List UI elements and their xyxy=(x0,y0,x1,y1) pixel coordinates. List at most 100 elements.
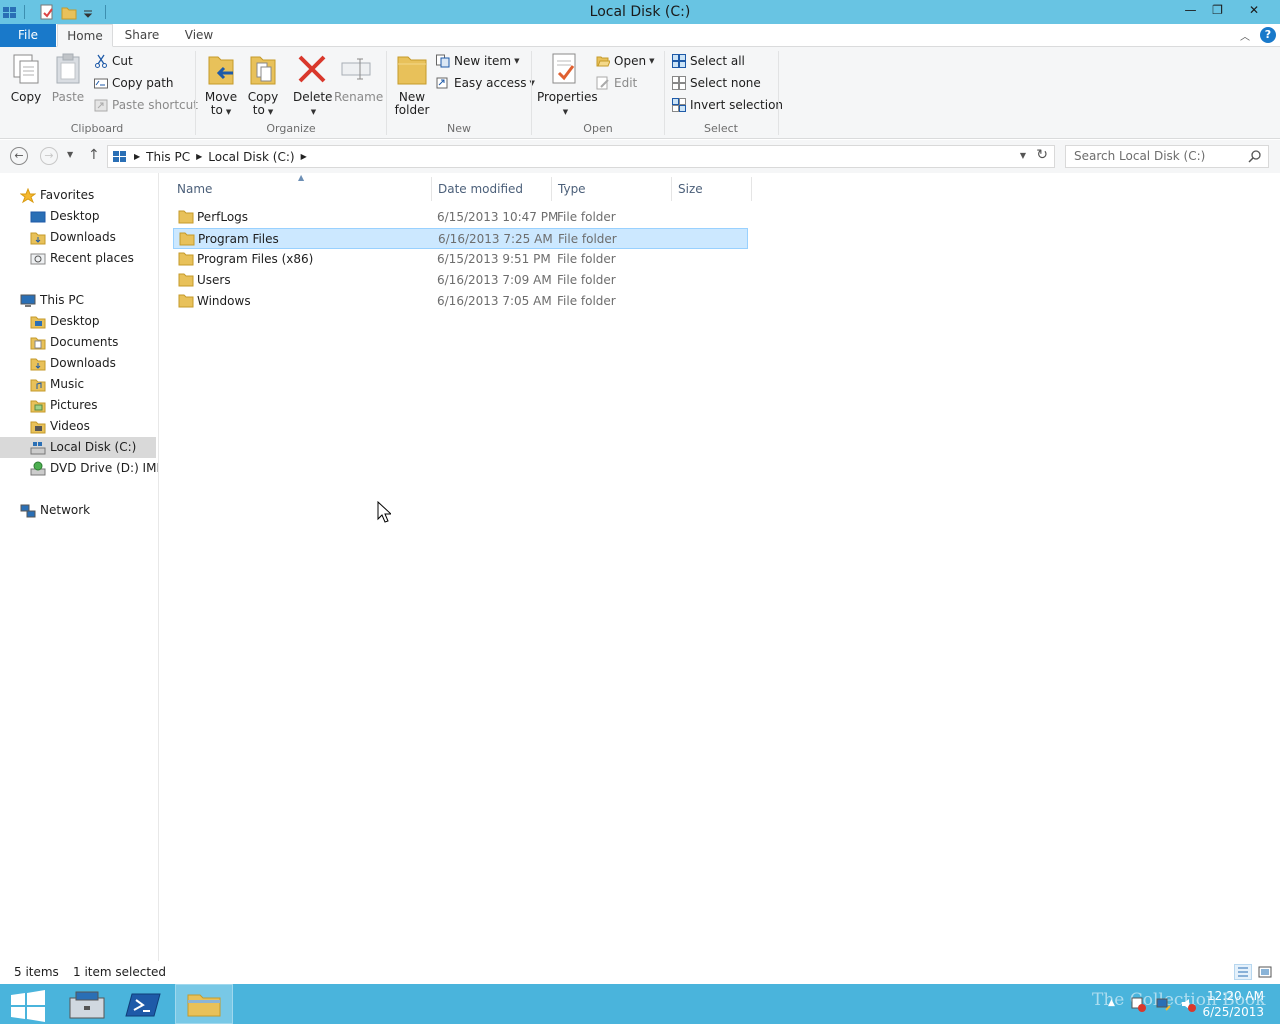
file-explorer-taskbar-icon[interactable] xyxy=(175,984,233,1024)
forward-arrow-icon[interactable]: → xyxy=(40,147,58,165)
column-header-date[interactable]: Date modified xyxy=(432,177,552,201)
table-row[interactable]: PerfLogs 6/15/2013 10:47 PM File folder xyxy=(173,207,748,228)
nav-pc-documents[interactable]: Documents xyxy=(30,332,118,353)
table-row[interactable]: Windows 6/16/2013 7:05 AM File folder xyxy=(173,291,748,312)
breadcrumb-local-disk[interactable]: Local Disk (C:) xyxy=(208,150,294,164)
cut-button[interactable]: Cut xyxy=(94,51,133,71)
start-button[interactable] xyxy=(0,984,58,1024)
nav-pc-videos[interactable]: Videos xyxy=(30,416,90,437)
nav-pc-desktop[interactable]: Desktop xyxy=(30,311,100,332)
new-folder-label-2: folder xyxy=(394,103,430,117)
ribbon: Copy Paste Cut Copy path Paste shortcut … xyxy=(0,47,1280,139)
paste-button[interactable]: Paste xyxy=(48,51,88,104)
paste-shortcut-button[interactable]: Paste shortcut xyxy=(94,95,198,115)
documents-folder-icon xyxy=(30,335,46,351)
select-none-icon xyxy=(672,76,686,90)
nav-pc-music[interactable]: Music xyxy=(30,374,84,395)
network-tray-icon[interactable] xyxy=(1156,996,1172,1012)
delete-button[interactable]: Delete ▼ xyxy=(293,51,332,119)
select-all-button[interactable]: Select all xyxy=(672,51,745,71)
address-bar[interactable]: ▶ This PC ▶ Local Disk (C:) ▶ ▼ ↻ xyxy=(107,145,1055,168)
recent-locations-dropdown-icon[interactable]: ▼ xyxy=(67,150,73,159)
nav-fav-downloads[interactable]: Downloads xyxy=(30,227,116,248)
show-hidden-icons-icon[interactable]: ▲ xyxy=(1108,998,1115,1008)
nav-pc-downloads[interactable]: Downloads xyxy=(30,353,116,374)
search-placeholder: Search Local Disk (C:) xyxy=(1074,149,1206,163)
column-header-name[interactable]: Name xyxy=(171,177,432,201)
copy-to-button[interactable]: Copy to ▼ xyxy=(244,51,282,119)
videos-folder-icon xyxy=(30,419,46,435)
copy-path-button[interactable]: Copy path xyxy=(94,73,174,93)
file-name: PerfLogs xyxy=(197,210,249,224)
copy-path-icon xyxy=(94,76,108,90)
nav-fav-desktop[interactable]: Desktop xyxy=(30,206,100,227)
tab-view[interactable]: View xyxy=(171,24,227,47)
breadcrumb-this-pc[interactable]: This PC xyxy=(146,150,190,164)
open-label: Open xyxy=(614,54,647,68)
nav-pc-pictures[interactable]: Pictures xyxy=(30,395,98,416)
breadcrumb-separator-icon[interactable]: ▶ xyxy=(301,152,307,161)
breadcrumb-separator-icon[interactable]: ▶ xyxy=(134,152,140,161)
large-icons-view-icon[interactable] xyxy=(1256,964,1274,980)
minimize-button[interactable]: — xyxy=(1177,0,1204,20)
copy-to-label-text: to xyxy=(252,103,265,117)
group-label-clipboard: Clipboard xyxy=(70,122,124,135)
open-button[interactable]: Open ▼ xyxy=(596,51,654,71)
action-center-icon[interactable] xyxy=(1130,996,1146,1012)
invert-selection-button[interactable]: Invert selection xyxy=(672,95,783,115)
table-row[interactable]: Program Files (x86) 6/15/2013 9:51 PM Fi… xyxy=(173,249,748,270)
edit-label: Edit xyxy=(614,76,638,90)
nav-item-label: Downloads xyxy=(50,230,116,244)
nav-fav-recent-places[interactable]: Recent places xyxy=(30,248,134,269)
nav-favorites[interactable]: Favorites xyxy=(20,185,94,206)
tab-share[interactable]: Share xyxy=(114,24,170,47)
help-icon[interactable]: ? xyxy=(1260,27,1276,43)
easy-access-label: Easy access xyxy=(454,76,527,90)
refresh-icon[interactable]: ↻ xyxy=(1036,147,1048,163)
minimize-ribbon-icon[interactable]: ︿ xyxy=(1240,28,1250,43)
move-to-button[interactable]: Move to ▼ xyxy=(202,51,240,119)
rename-button[interactable]: Rename xyxy=(334,51,383,104)
search-box[interactable]: Search Local Disk (C:) xyxy=(1065,145,1269,168)
tab-home[interactable]: Home xyxy=(57,24,113,47)
nav-item-label: Desktop xyxy=(50,209,100,223)
copy-to-icon xyxy=(245,51,281,87)
table-row[interactable]: Program Files 6/16/2013 7:25 AM File fol… xyxy=(173,228,748,249)
nav-network[interactable]: Network xyxy=(20,500,90,521)
nav-this-pc[interactable]: This PC xyxy=(20,290,84,311)
nav-pc-local-disk[interactable]: Local Disk (C:) xyxy=(0,437,156,458)
up-arrow-icon[interactable]: ↑ xyxy=(88,147,100,163)
file-type: File folder xyxy=(557,210,616,224)
powershell-taskbar-icon[interactable] xyxy=(116,984,174,1024)
close-button[interactable]: ✕ xyxy=(1232,0,1276,20)
details-view-icon[interactable] xyxy=(1234,964,1252,980)
clock[interactable]: 12:20 AM 6/25/2013 xyxy=(1202,988,1264,1020)
new-item-button[interactable]: New item ▼ xyxy=(436,51,520,71)
properties-button[interactable]: Properties ▼ xyxy=(537,51,598,119)
title-bar: Local Disk (C:) — ❐ ✕ xyxy=(0,0,1280,24)
group-label-select: Select xyxy=(704,122,738,135)
nav-pc-dvd-drive[interactable]: DVD Drive (D:) IMP_S xyxy=(30,458,158,479)
restore-button[interactable]: ❐ xyxy=(1204,0,1231,20)
mouse-cursor-icon xyxy=(377,500,393,523)
move-to-label-text: to xyxy=(210,103,223,117)
search-icon[interactable] xyxy=(1248,149,1262,163)
column-header-type[interactable]: Type xyxy=(552,177,672,201)
address-history-dropdown-icon[interactable]: ▼ xyxy=(1020,151,1026,160)
table-row[interactable]: Users 6/16/2013 7:09 AM File folder xyxy=(173,270,748,291)
edit-button[interactable]: Edit xyxy=(596,73,637,93)
server-manager-taskbar-icon[interactable] xyxy=(58,984,116,1024)
breadcrumb-separator-icon[interactable]: ▶ xyxy=(196,152,202,161)
ribbon-tabs: File Home Share View ︿ ? xyxy=(0,24,1280,47)
select-none-button[interactable]: Select none xyxy=(672,73,761,93)
easy-access-button[interactable]: Easy access ▼ xyxy=(436,73,535,93)
column-header-size[interactable]: Size xyxy=(672,177,752,201)
pictures-folder-icon xyxy=(30,398,46,414)
tab-file[interactable]: File xyxy=(0,24,56,47)
paste-label: Paste xyxy=(51,90,85,104)
back-arrow-icon[interactable]: ← xyxy=(10,147,28,165)
copy-button[interactable]: Copy xyxy=(6,51,46,104)
move-to-label-2: to ▼ xyxy=(202,104,240,119)
new-folder-button[interactable]: New folder xyxy=(392,51,432,117)
volume-tray-icon[interactable] xyxy=(1180,996,1196,1012)
